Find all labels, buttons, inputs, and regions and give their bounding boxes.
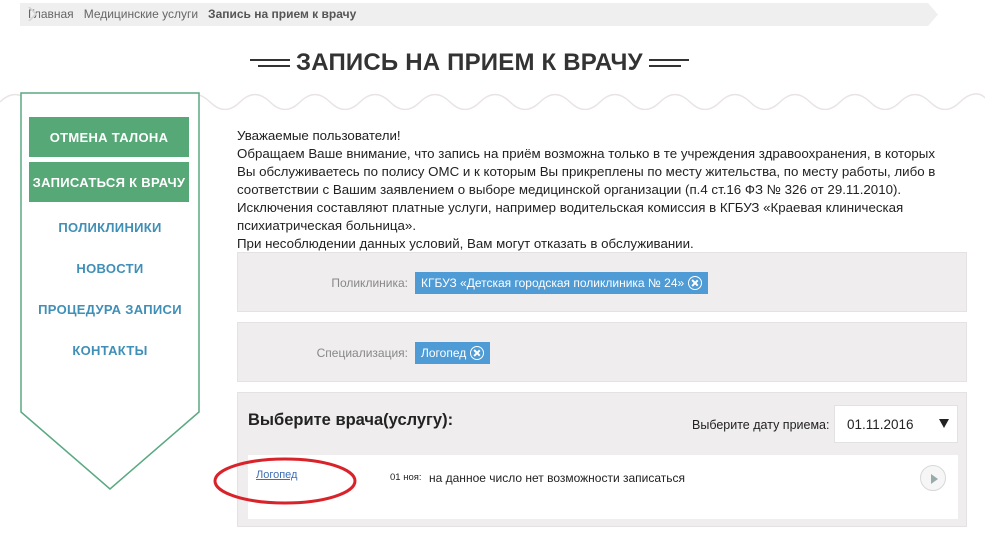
clinic-filter-panel: Поликлиника: КГБУЗ «Детская городская по… [237, 252, 967, 312]
date-label: Выберите дату приема: [692, 418, 830, 432]
sidebar-item-contacts[interactable]: КОНТАКТЫ [20, 343, 200, 358]
sidebar-item-news[interactable]: НОВОСТИ [20, 261, 200, 276]
specialization-tag-label: Логопед [421, 346, 467, 360]
breadcrumb-current: Запись на прием к врачу [208, 7, 357, 21]
intro-body: Обращаем Ваше внимание, что запись на пр… [237, 146, 936, 233]
clinic-tag-label: КГБУЗ «Детская городская поликлиника № 2… [421, 276, 685, 290]
page-title-wrap: ЗАПИСЬ НА ПРИЕМ К ВРАЧУ [250, 46, 710, 80]
doctor-row-date: 01 ноя: [390, 472, 422, 483]
sidebar-item-clinics[interactable]: ПОЛИКЛИНИКИ [20, 220, 200, 235]
close-icon[interactable] [688, 276, 703, 290]
title-deco-right-icon [648, 59, 689, 67]
choose-doctor-title: Выберите врача(услугу): [248, 411, 454, 429]
annotation-ellipse [213, 457, 357, 505]
clinic-label: Поликлиника: [331, 276, 408, 290]
intro-warning: При несоблюдении данных условий, Вам мог… [237, 236, 694, 251]
specialization-filter-panel: Специализация: Логопед [237, 322, 967, 382]
date-select-value: 01.11.2016 [847, 416, 914, 432]
cancel-ticket-button[interactable]: ОТМЕНА ТАЛОНА [29, 117, 189, 157]
sidebar-item-procedure[interactable]: ПРОЦЕДУРА ЗАПИСИ [20, 302, 200, 317]
specialization-label: Специализация: [316, 346, 408, 360]
page-title: ЗАПИСЬ НА ПРИЕМ К ВРАЧУ [296, 49, 643, 76]
book-doctor-button[interactable]: ЗАПИСАТЬСЯ К ВРАЧУ [29, 162, 189, 202]
chevron-right-icon [28, 7, 38, 21]
specialization-tag[interactable]: Логопед [415, 342, 491, 364]
intro-greeting: Уважаемые пользователи! [237, 128, 401, 143]
breadcrumb: Главная Медицинские услуги Запись на при… [20, 3, 940, 26]
clinic-tag[interactable]: КГБУЗ «Детская городская поликлиника № 2… [415, 272, 709, 294]
date-select[interactable]: 01.11.2016 [834, 405, 958, 443]
breadcrumb-services-link[interactable]: Медицинские услуги [84, 7, 208, 21]
close-icon[interactable] [470, 346, 485, 360]
title-deco-left-icon [250, 59, 290, 67]
intro-notice: Уважаемые пользователи! Обращаем Ваше вн… [237, 127, 937, 253]
caret-down-icon [939, 419, 949, 428]
doctor-row-status: на данное число нет возможности записать… [429, 471, 686, 485]
sidebar: ОТМЕНА ТАЛОНА ЗАПИСАТЬСЯ К ВРАЧУ ПОЛИКЛИ… [20, 92, 200, 490]
play-icon[interactable] [920, 465, 946, 491]
